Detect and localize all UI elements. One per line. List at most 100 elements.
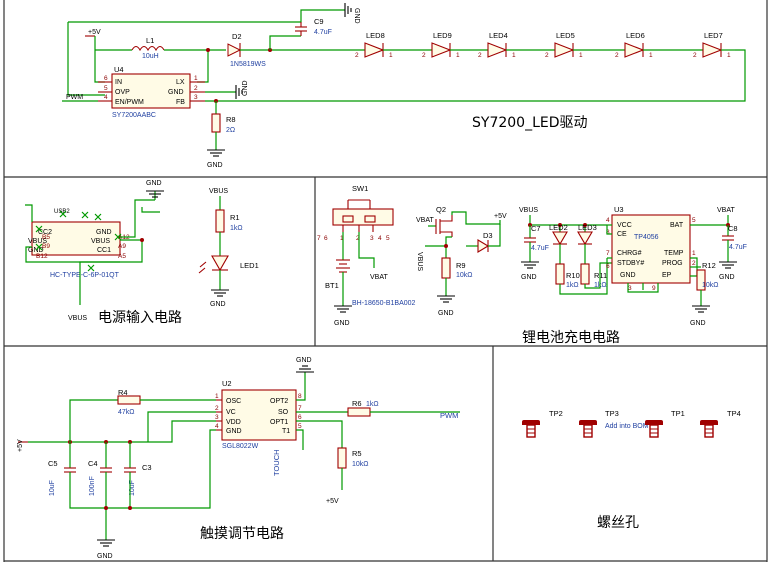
svg-text:OVP: OVP — [115, 89, 130, 96]
svg-text:1: 1 — [389, 52, 393, 59]
vbus-net-1: VBUS — [68, 315, 87, 322]
svg-text:6: 6 — [298, 414, 302, 421]
svg-text:VBAT: VBAT — [717, 207, 735, 214]
r10-ref: R10 — [566, 271, 580, 280]
r6-ref: R6 — [352, 399, 362, 408]
screw-tp1: TP1 — [645, 409, 685, 438]
schematic-canvas: +5V L1 10uH D2 1N5819WS C9 4.7uF GND U4 — [3, 0, 768, 562]
svg-text:5: 5 — [104, 85, 108, 92]
svg-text:VC: VC — [226, 409, 236, 416]
resistor-r1 — [215, 209, 225, 233]
svg-text:CHRG#: CHRG# — [617, 250, 642, 257]
svg-text:LED7: LED7 — [704, 31, 723, 40]
svg-text:+5V: +5V — [326, 498, 339, 505]
screw-tp2: TP2 — [522, 409, 563, 438]
svg-text:2: 2 — [194, 85, 198, 92]
svg-text:2: 2 — [355, 52, 359, 59]
svg-text:3: 3 — [194, 94, 198, 101]
svg-text:1: 1 — [215, 393, 219, 400]
r5-val: 10kΩ — [352, 461, 369, 468]
screw-tp4: TP4 — [700, 409, 741, 438]
svg-text:6: 6 — [606, 263, 610, 270]
svg-text:VBUS: VBUS — [209, 188, 228, 195]
svg-text:CC1: CC1 — [97, 247, 111, 254]
svg-text:1: 1 — [512, 52, 516, 59]
c8-ref: C8 — [728, 224, 738, 233]
r11-ref: R11 — [594, 271, 607, 280]
svg-text:TP1: TP1 — [671, 409, 685, 418]
svg-text:5: 5 — [386, 235, 390, 242]
svg-text:GND: GND — [146, 180, 162, 187]
c5-val: 10uF — [49, 480, 56, 496]
resistor-r5 — [337, 447, 347, 469]
power-input-section: USB2 CC2 VBUS GND GND VBUS CC1 B5 B9 B12… — [25, 180, 259, 326]
svg-text:A9: A9 — [118, 243, 126, 250]
svg-text:LED6: LED6 — [626, 31, 645, 40]
svg-text:STDBY#: STDBY# — [617, 260, 644, 267]
svg-text:PROG: PROG — [662, 260, 683, 267]
svg-text:TP4: TP4 — [727, 409, 741, 418]
r6-val: 1kΩ — [366, 401, 379, 408]
touch-net: TOUCH — [272, 449, 281, 476]
c7-val: 4.7uF — [531, 245, 549, 252]
touch-title: 触摸调节电路 — [200, 526, 284, 542]
svg-text:VBAT: VBAT — [370, 274, 388, 281]
bt1-val: BH-18650-B1BA002 — [352, 300, 416, 307]
svg-text:GND: GND — [521, 274, 537, 281]
d3-ref: D3 — [483, 231, 493, 240]
svg-text:+5V: +5V — [17, 439, 24, 452]
u4-ref: U4 — [114, 65, 124, 74]
touch-section: +5V R4 47kΩ C5 10uF C4 100nF C3 10uF GND… — [17, 357, 460, 560]
diode-d2 — [227, 43, 242, 57]
screw-holes-section: TP2 TP3 Add into BOM TP1 TP4 螺丝孔 — [522, 409, 741, 531]
svg-text:1: 1 — [579, 52, 583, 59]
svg-text:GND: GND — [97, 553, 113, 560]
svg-text:5: 5 — [692, 217, 696, 224]
svg-text:GND: GND — [353, 8, 360, 24]
svg-text:GND: GND — [620, 272, 636, 279]
svg-text:BAT: BAT — [670, 222, 684, 229]
svg-text:EN/PWM: EN/PWM — [115, 99, 144, 106]
svg-text:2: 2 — [692, 260, 696, 267]
svg-text:TEMP: TEMP — [664, 250, 684, 257]
u4-val: SY7200AABC — [112, 112, 156, 119]
u2-val: SGL8022W — [222, 443, 259, 450]
svg-text:GND: GND — [96, 229, 112, 236]
u2-ref: U2 — [222, 379, 232, 388]
sw1-ref: SW1 — [352, 184, 368, 193]
led7: LED7 2 1 — [693, 31, 731, 59]
svg-text:GND: GND — [719, 274, 735, 281]
svg-text:GND: GND — [296, 357, 312, 364]
u3-ref: U3 — [614, 205, 624, 214]
r1-val: 1kΩ — [230, 225, 243, 232]
svg-text:LX: LX — [176, 79, 185, 86]
svg-text:4: 4 — [606, 217, 610, 224]
resistor-r6 — [347, 407, 371, 417]
svg-text:CE: CE — [617, 231, 627, 238]
charger-section: SW1 7 6 1 2 3 4 5 VBAT BT1 BH-18650-B1BA… — [317, 184, 747, 346]
svg-text:EP: EP — [662, 272, 672, 279]
d2-ref: D2 — [232, 32, 242, 41]
led1 — [211, 255, 229, 272]
resistor-r4 — [117, 395, 141, 405]
svg-text:GND: GND — [210, 301, 226, 308]
svg-text:1: 1 — [456, 52, 460, 59]
led-driver-section: +5V L1 10uH D2 1N5819WS C9 4.7uF GND U4 — [62, 3, 746, 169]
svg-text:OPT1: OPT1 — [270, 419, 288, 426]
svg-text:FB: FB — [176, 99, 185, 106]
pwm-net: PWM — [66, 94, 83, 101]
led2 — [552, 231, 568, 246]
led6: LED6 2 1 — [615, 31, 653, 59]
svg-text:4: 4 — [378, 235, 382, 242]
svg-text:OPT2: OPT2 — [270, 398, 288, 405]
inductor-l1 — [131, 45, 165, 52]
c9-val: 4.7uF — [314, 29, 332, 36]
svg-text:7: 7 — [606, 250, 610, 257]
svg-text:A5: A5 — [118, 253, 126, 260]
c5-ref: C5 — [48, 459, 58, 468]
vcc-label: +5V — [88, 29, 101, 36]
resistor-r9 — [441, 257, 451, 279]
svg-text:LED4: LED4 — [489, 31, 508, 40]
svg-text:GND: GND — [242, 80, 249, 96]
power-input-title: 电源输入电路 — [98, 310, 182, 326]
